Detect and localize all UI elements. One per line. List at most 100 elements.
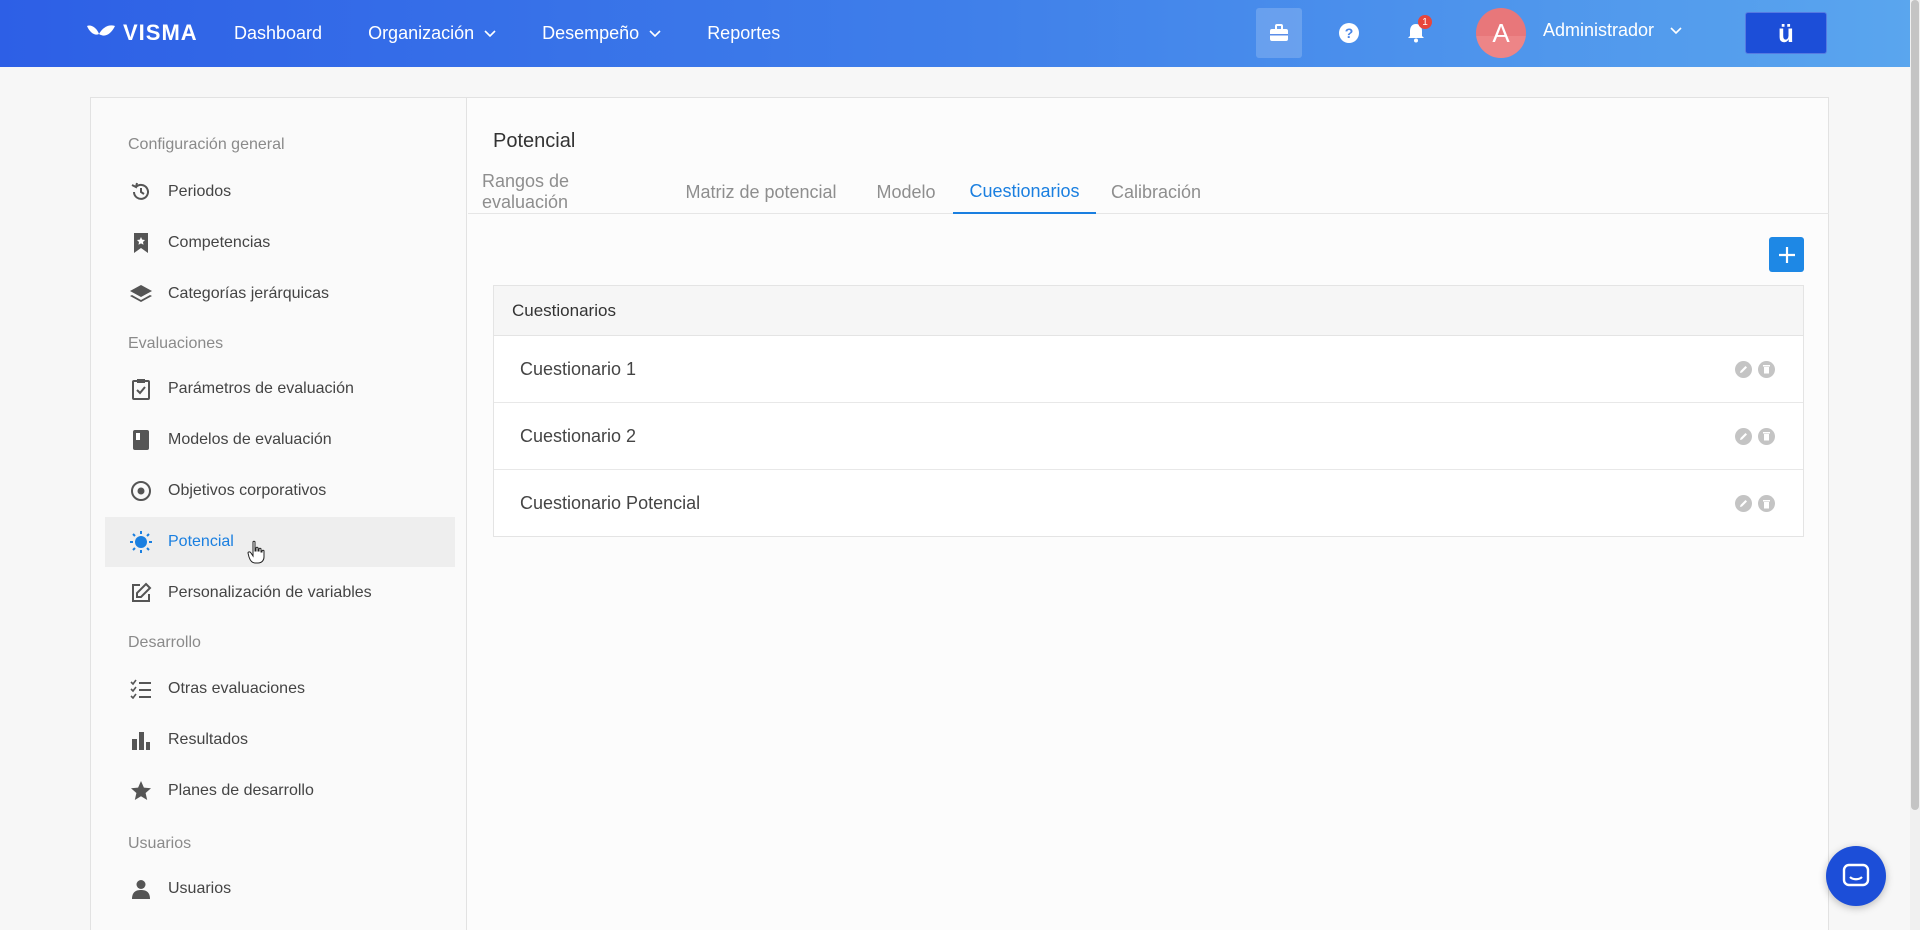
sidebar-item-label: Personalización de variables — [168, 584, 372, 601]
chevron-down-icon — [1670, 26, 1682, 34]
sidebar-item-label: Planes de desarrollo — [168, 782, 314, 799]
sidebar-item-usuarios[interactable]: Usuarios — [105, 864, 455, 914]
scrollbar-thumb[interactable] — [1911, 0, 1919, 810]
questionnaire-name: Cuestionario 1 — [520, 358, 637, 379]
tab-bar: Rangos de evaluación Matriz de potencial… — [468, 170, 1829, 214]
add-questionnaire-button[interactable] — [1769, 237, 1804, 272]
plus-icon — [1778, 246, 1795, 263]
bookmark-icon — [129, 231, 153, 255]
brand-app-button[interactable]: ü — [1745, 12, 1827, 54]
svg-text:?: ? — [1345, 25, 1354, 41]
star-icon — [129, 779, 153, 803]
nav-desempeno-label: Desempeño — [542, 23, 640, 43]
nav-organizacion[interactable]: Organización — [368, 23, 496, 44]
sidebar-item-label: Periodos — [168, 183, 232, 200]
chevron-down-icon — [484, 29, 496, 37]
row-actions — [1735, 360, 1775, 378]
edit-button[interactable] — [1735, 427, 1752, 445]
table-row[interactable]: Cuestionario 1 — [494, 336, 1803, 403]
questionnaire-name: Cuestionario Potencial — [520, 493, 701, 513]
trash-icon — [1763, 432, 1770, 441]
sidebar-item-periodos[interactable]: Periodos — [105, 167, 455, 217]
notifications-button[interactable]: 1 — [1393, 8, 1439, 58]
sidebar-item-otras-evaluaciones[interactable]: Otras evaluaciones — [105, 664, 455, 714]
pencil-icon — [1740, 500, 1747, 507]
sidebar-item-categorias[interactable]: Categorías jerárquicas — [105, 269, 455, 319]
sidebar-item-label: Competencias — [168, 234, 271, 251]
row-actions — [1735, 427, 1775, 445]
main-card: Configuración general Periodos Competenc… — [90, 97, 1829, 930]
book-icon — [129, 428, 153, 452]
sidebar-item-competencias[interactable]: Competencias — [105, 218, 455, 268]
questionnaire-name: Cuestionario 2 — [520, 425, 637, 446]
section-heading-desarrollo: Desarrollo — [128, 634, 201, 651]
trash-icon — [1763, 365, 1770, 374]
tab-modelo[interactable]: Modelo — [873, 170, 939, 214]
sidebar-item-label: Parámetros de evaluación — [168, 380, 354, 397]
section-heading-usuarios: Usuarios — [128, 835, 192, 852]
checklist-icon — [129, 677, 153, 701]
sidebar-item-potencial[interactable]: Potencial — [105, 517, 455, 567]
pencil-icon — [1740, 365, 1747, 373]
main-nav: Dashboard Organización Desempeño Reporte… — [234, 0, 826, 67]
layers-icon — [129, 282, 153, 306]
page-title: Potencial — [493, 130, 576, 152]
sidebar-item-planes[interactable]: Planes de desarrollo — [105, 766, 455, 816]
top-navbar: VISMA Dashboard Organización Desempeño R… — [0, 0, 1920, 67]
delete-button[interactable] — [1758, 495, 1775, 512]
tab-rangos[interactable]: Rangos de evaluación — [482, 170, 650, 214]
main-content: Potencial Rangos de evaluación Matriz de… — [468, 98, 1829, 930]
tab-matriz[interactable]: Matriz de potencial — [670, 170, 852, 214]
delete-button[interactable] — [1758, 360, 1775, 378]
visma-logo-icon — [87, 25, 115, 36]
row-actions — [1735, 495, 1775, 512]
sidebar-item-modelos[interactable]: Modelos de evaluación — [105, 415, 455, 465]
target-icon — [129, 479, 153, 503]
sidebar-item-resultados[interactable]: Resultados — [105, 715, 455, 765]
help-button[interactable]: ? — [1326, 8, 1372, 58]
sidebar-item-personalizacion[interactable]: Personalización de variables — [105, 568, 455, 618]
chat-icon — [1842, 863, 1870, 887]
brand-name: VISMA — [123, 20, 198, 45]
nav-reportes-label: Reportes — [707, 23, 781, 43]
nav-organizacion-label: Organización — [368, 23, 475, 43]
clipboard-check-icon — [129, 377, 153, 401]
chat-support-button[interactable] — [1826, 846, 1886, 906]
section-heading-evaluaciones: Evaluaciones — [128, 335, 224, 352]
notification-badge: 1 — [1418, 15, 1432, 29]
history-icon — [129, 180, 153, 204]
sidebar-item-parametros[interactable]: Parámetros de evaluación — [105, 364, 455, 414]
table-row[interactable]: Cuestionario Potencial — [494, 470, 1803, 537]
sidebar-item-label: Usuarios — [168, 880, 232, 897]
nav-dashboard-label: Dashboard — [234, 23, 323, 43]
bar-chart-icon — [129, 728, 153, 752]
sidebar-item-objetivos[interactable]: Objetivos corporativos — [105, 466, 455, 516]
user-menu[interactable]: Administrador — [1543, 20, 1682, 41]
avatar[interactable]: A — [1476, 8, 1526, 58]
brand-app-label: ü — [1778, 17, 1794, 48]
edit-icon — [129, 581, 153, 605]
sidebar-item-label: Otras evaluaciones — [168, 680, 305, 697]
chevron-down-icon — [649, 29, 661, 37]
nav-reportes[interactable]: Reportes — [707, 23, 780, 44]
edit-button[interactable] — [1735, 495, 1752, 512]
user-name: Administrador — [1543, 20, 1655, 40]
avatar-initial: A — [1492, 17, 1510, 48]
table-row[interactable]: Cuestionario 2 — [494, 403, 1803, 470]
hand-cursor-icon — [247, 540, 265, 564]
trash-icon — [1763, 499, 1770, 508]
nav-dashboard[interactable]: Dashboard — [234, 23, 322, 44]
pencil-icon — [1740, 432, 1747, 440]
visma-logo[interactable]: VISMA — [85, 20, 198, 46]
delete-button[interactable] — [1758, 427, 1775, 445]
sidebar-item-label: Categorías jerárquicas — [168, 285, 329, 302]
tab-cuestionarios[interactable]: Cuestionarios — [953, 170, 1096, 214]
briefcase-icon — [1270, 24, 1288, 41]
briefcase-button[interactable] — [1256, 8, 1302, 58]
sidebar-item-label: Potencial — [168, 533, 234, 550]
tab-calibracion[interactable]: Calibración — [1111, 170, 1201, 214]
edit-button[interactable] — [1735, 360, 1752, 378]
table-header: Cuestionarios — [494, 286, 1803, 336]
nav-desempeno[interactable]: Desempeño — [542, 23, 661, 44]
sidebar: Configuración general Periodos Competenc… — [91, 98, 467, 930]
